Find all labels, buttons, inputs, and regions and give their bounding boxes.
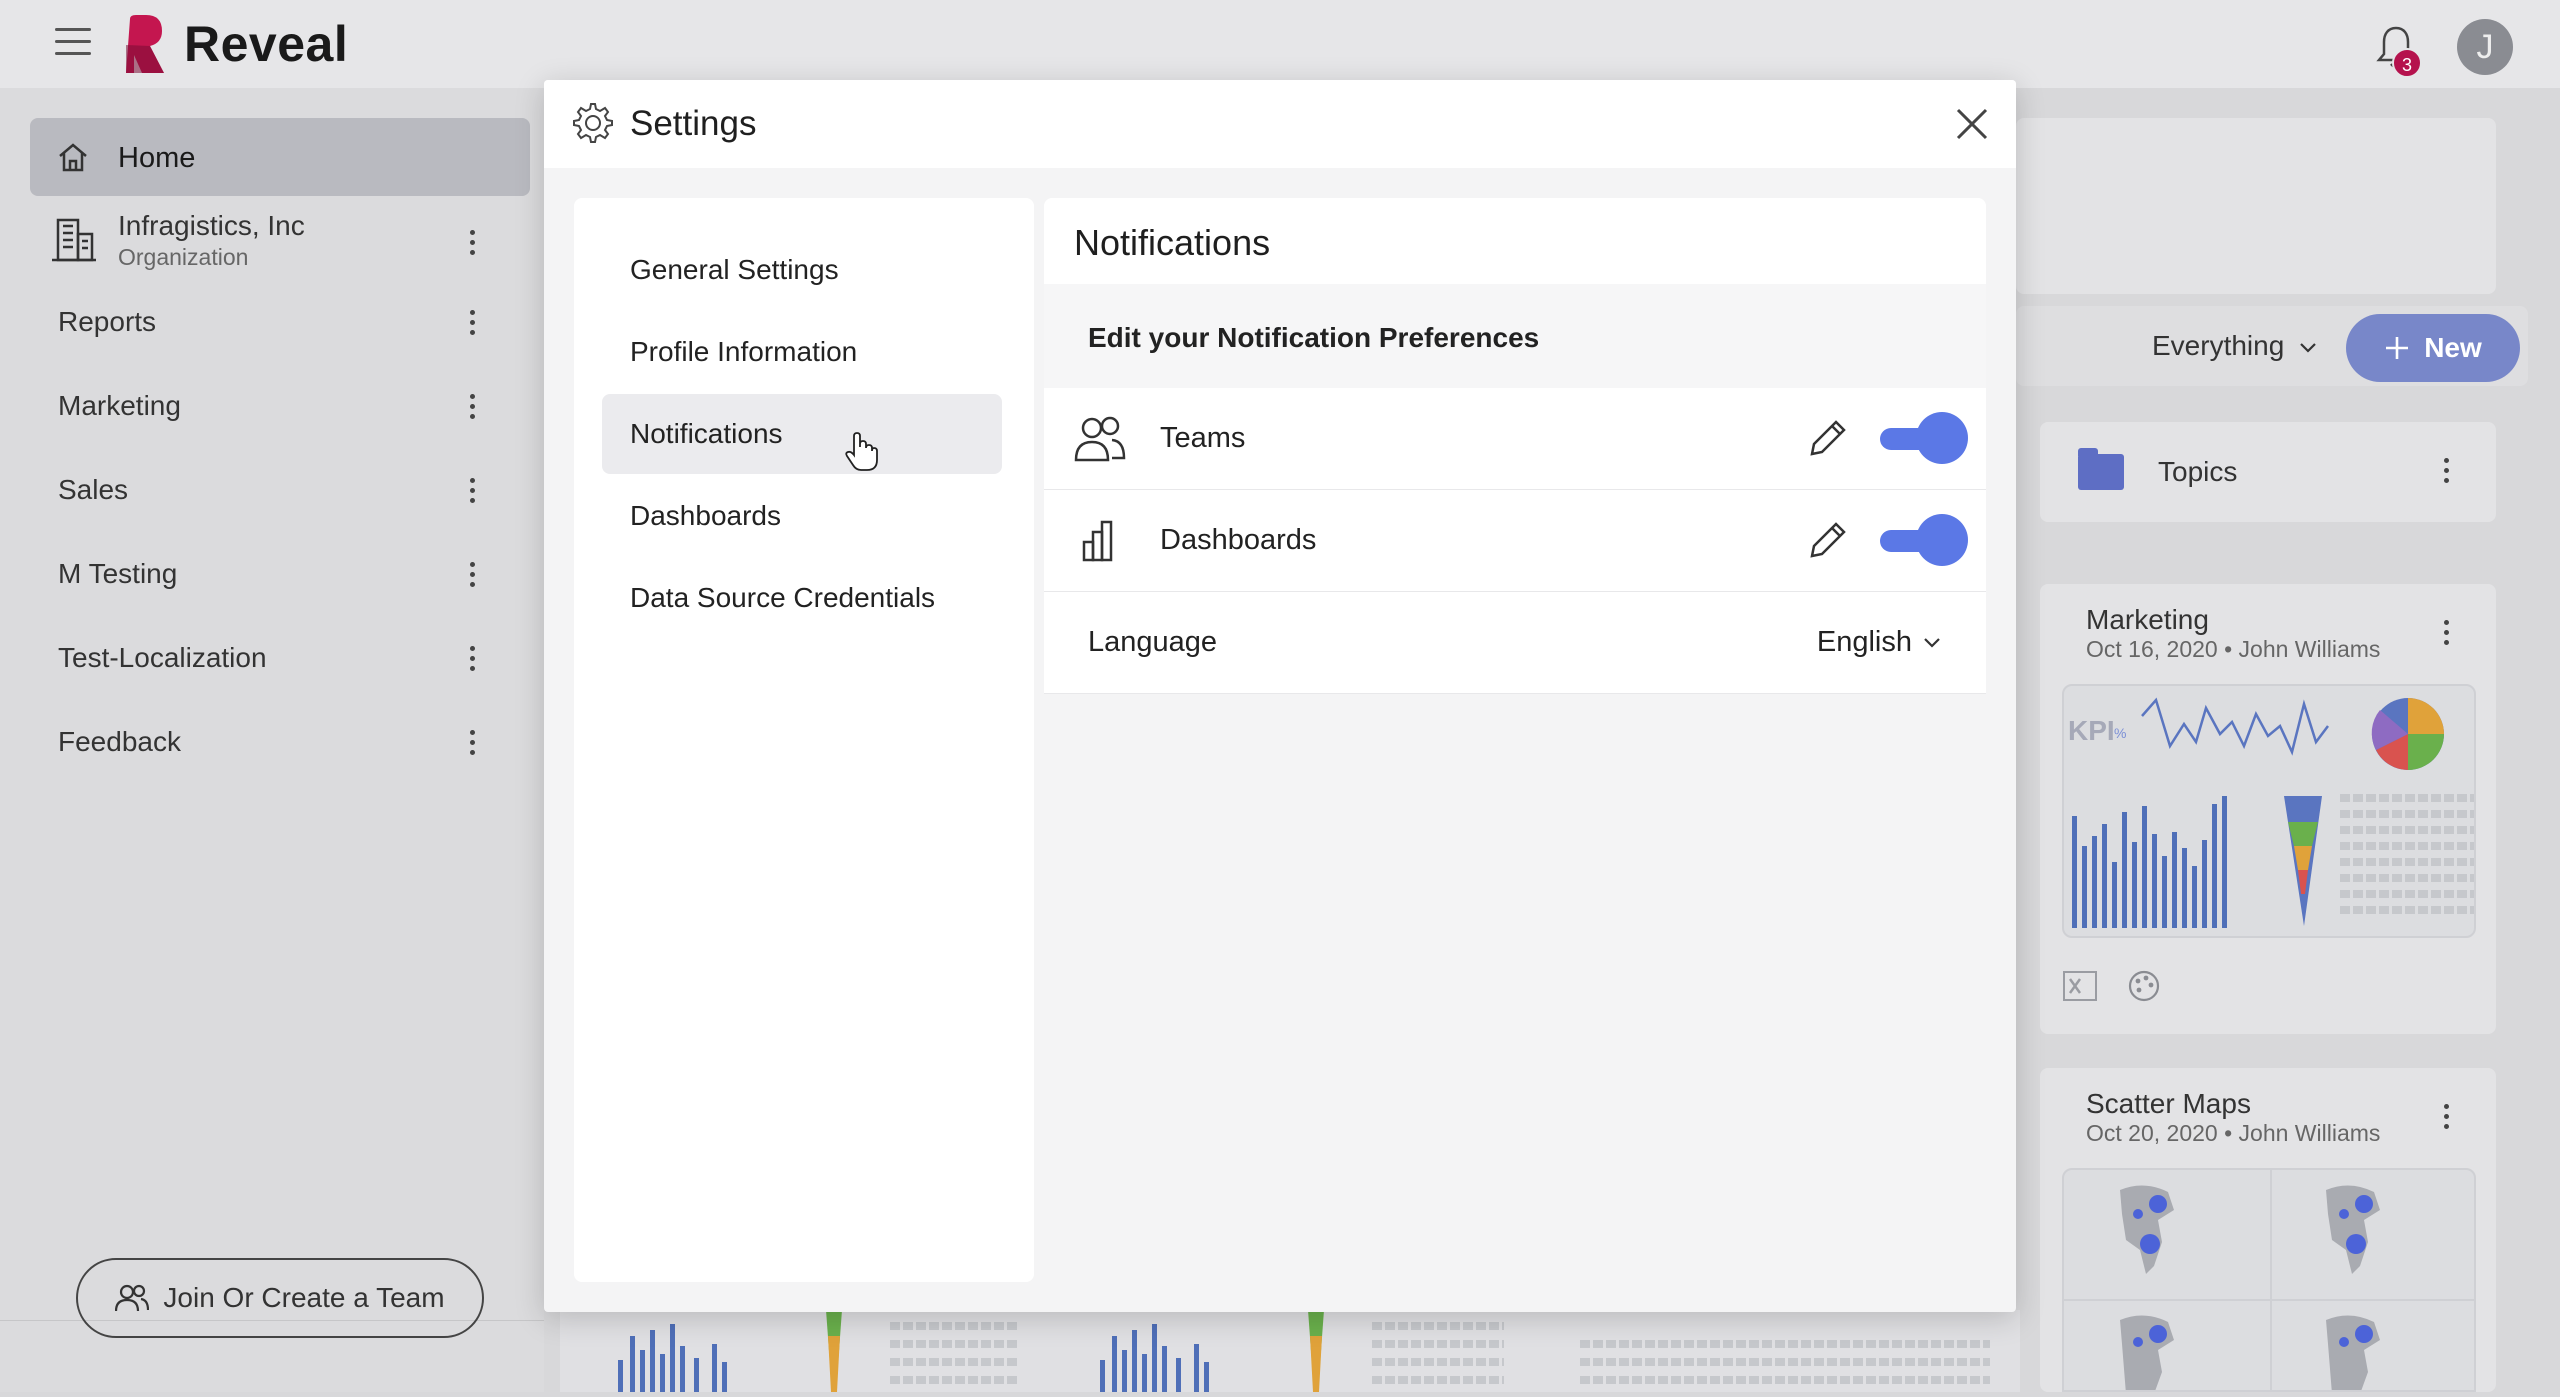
new-button-label: New [2424,332,2482,363]
dashboard-card[interactable]: Scatter Maps Oct 20, 2020 • John William… [2040,1068,2496,1392]
chevron-down-icon [1924,637,1940,648]
banner-card [2016,118,2496,294]
sidebar-item-test-localization[interactable]: Test-Localization [58,642,267,674]
sidebar-item-home[interactable]: Home [30,118,530,196]
row-label: Teams [1160,422,1246,454]
team-button-label: Join Or Create a Team [163,1282,445,1313]
teams-toggle[interactable] [1876,412,1968,464]
language-row: Language English [1044,592,1986,694]
nav-dashboards[interactable]: Dashboards [602,476,1002,556]
avatar[interactable]: J [2457,19,2513,75]
panel-title: Notifications [1074,222,1271,263]
nav-data-source-credentials[interactable]: Data Source Credentials [602,558,1002,638]
top-bar: Reveal 3 J [0,0,2560,88]
marketing-more-icon[interactable] [470,394,476,424]
pencil-icon[interactable] [1806,518,1850,562]
sidebar-item-label: Home [118,142,196,174]
filter-dropdown[interactable]: Everything [2152,330,2318,362]
palette-icon [2128,970,2160,1002]
background-chart-previews [560,1310,2020,1392]
chevron-down-icon [2300,343,2316,353]
language-dropdown[interactable]: English [1817,626,1942,659]
brand-name: Reveal [184,16,349,72]
dialog-title: Settings [630,104,757,143]
reports-more-icon[interactable] [470,310,476,340]
nav-profile-information[interactable]: Profile Information [602,312,1002,392]
dashboard-preview-graphic: KPI % [2068,697,2474,928]
kpi-percent: % [2114,725,2126,741]
dashboard-subtitle: Oct 16, 2020 • John Williams [2086,636,2381,662]
m-testing-more-icon[interactable] [470,562,476,592]
settings-dialog: Settings General Settings Profile Inform… [544,80,2016,1312]
background-dashboard-strip [560,1310,2020,1392]
brand: Reveal [124,14,348,74]
kpi-label: KPI [2068,715,2115,746]
organization-more-icon[interactable] [470,230,476,260]
building-icon [52,218,96,262]
reveal-logo-icon [126,15,164,73]
folder-icon [2078,448,2124,490]
hand-cursor-icon [845,432,878,471]
hamburger-menu-icon[interactable] [55,28,91,58]
sidebar-item-sales[interactable]: Sales [58,474,128,506]
organization-subtitle: Organization [118,244,249,270]
notification-row-teams: Teams [1044,388,1986,490]
language-label: Language [1088,626,1218,658]
toggle-knob [1916,514,1968,566]
dashboard-card[interactable]: Marketing Oct 16, 2020 • John Williams K… [2040,584,2496,1034]
topics-more-icon[interactable] [2444,458,2450,488]
dashboard-thumbnail [2062,1168,2476,1392]
scatter-map-preview-graphic [2064,1170,2474,1390]
plus-icon [2386,337,2409,359]
users-icon [115,1284,150,1312]
toggle-knob [1916,412,1968,464]
test-localization-more-icon[interactable] [470,646,476,676]
language-value: English [1816,626,1912,658]
close-icon[interactable] [1954,106,1990,142]
users-icon [1074,416,1126,462]
preferences-title: Edit your Notification Preferences [1088,322,1540,353]
notification-row-dashboards: Dashboards [1044,490,1986,592]
dialog-header: Settings [544,80,2016,168]
sidebar-item-feedback[interactable]: Feedback [58,726,181,758]
gear-icon [573,103,613,143]
preferences-header: Edit your Notification Preferences [1044,284,1986,388]
notification-badge: 3 [2392,48,2422,78]
topics-label: Topics [2158,456,2238,487]
dashboard-subtitle: Oct 20, 2020 • John Williams [2086,1120,2381,1146]
panel-header: Notifications [1044,198,1986,284]
row-label: Dashboards [1160,524,1317,556]
topics-card[interactable]: Topics [2040,422,2496,522]
dashboard-more-icon[interactable] [2444,620,2450,650]
settings-nav: General Settings Profile Information Not… [574,198,1034,1282]
nav-general-settings[interactable]: General Settings [602,230,1002,310]
dashboard-title: Scatter Maps [2086,1088,2251,1119]
bar-chart-icon [1082,520,1113,562]
dashboard-more-icon[interactable] [2444,1104,2450,1134]
sidebar-item-reports[interactable]: Reports [58,306,156,338]
sidebar-item-m-testing[interactable]: M Testing [58,558,177,590]
nav-notifications[interactable]: Notifications [602,394,1002,474]
notifications-panel: Notifications Edit your Notification Pre… [1044,198,1986,1282]
feedback-more-icon[interactable] [470,730,476,760]
join-or-create-team-button[interactable]: Join Or Create a Team [76,1258,484,1338]
filter-label: Everything [2152,330,2285,361]
dashboards-toggle[interactable] [1876,514,1968,566]
new-button[interactable]: New [2346,314,2520,382]
sales-more-icon[interactable] [470,478,476,508]
sidebar: Home Infragistics, Inc Organization Repo… [0,88,544,1392]
pencil-icon[interactable] [1806,416,1850,460]
sidebar-item-marketing[interactable]: Marketing [58,390,181,422]
organization-name: Infragistics, Inc [118,210,305,241]
dashboard-title: Marketing [2086,604,2209,635]
home-icon [59,143,87,172]
dashboard-thumbnail: KPI % [2062,684,2476,938]
excel-source-icon [2063,971,2097,1001]
